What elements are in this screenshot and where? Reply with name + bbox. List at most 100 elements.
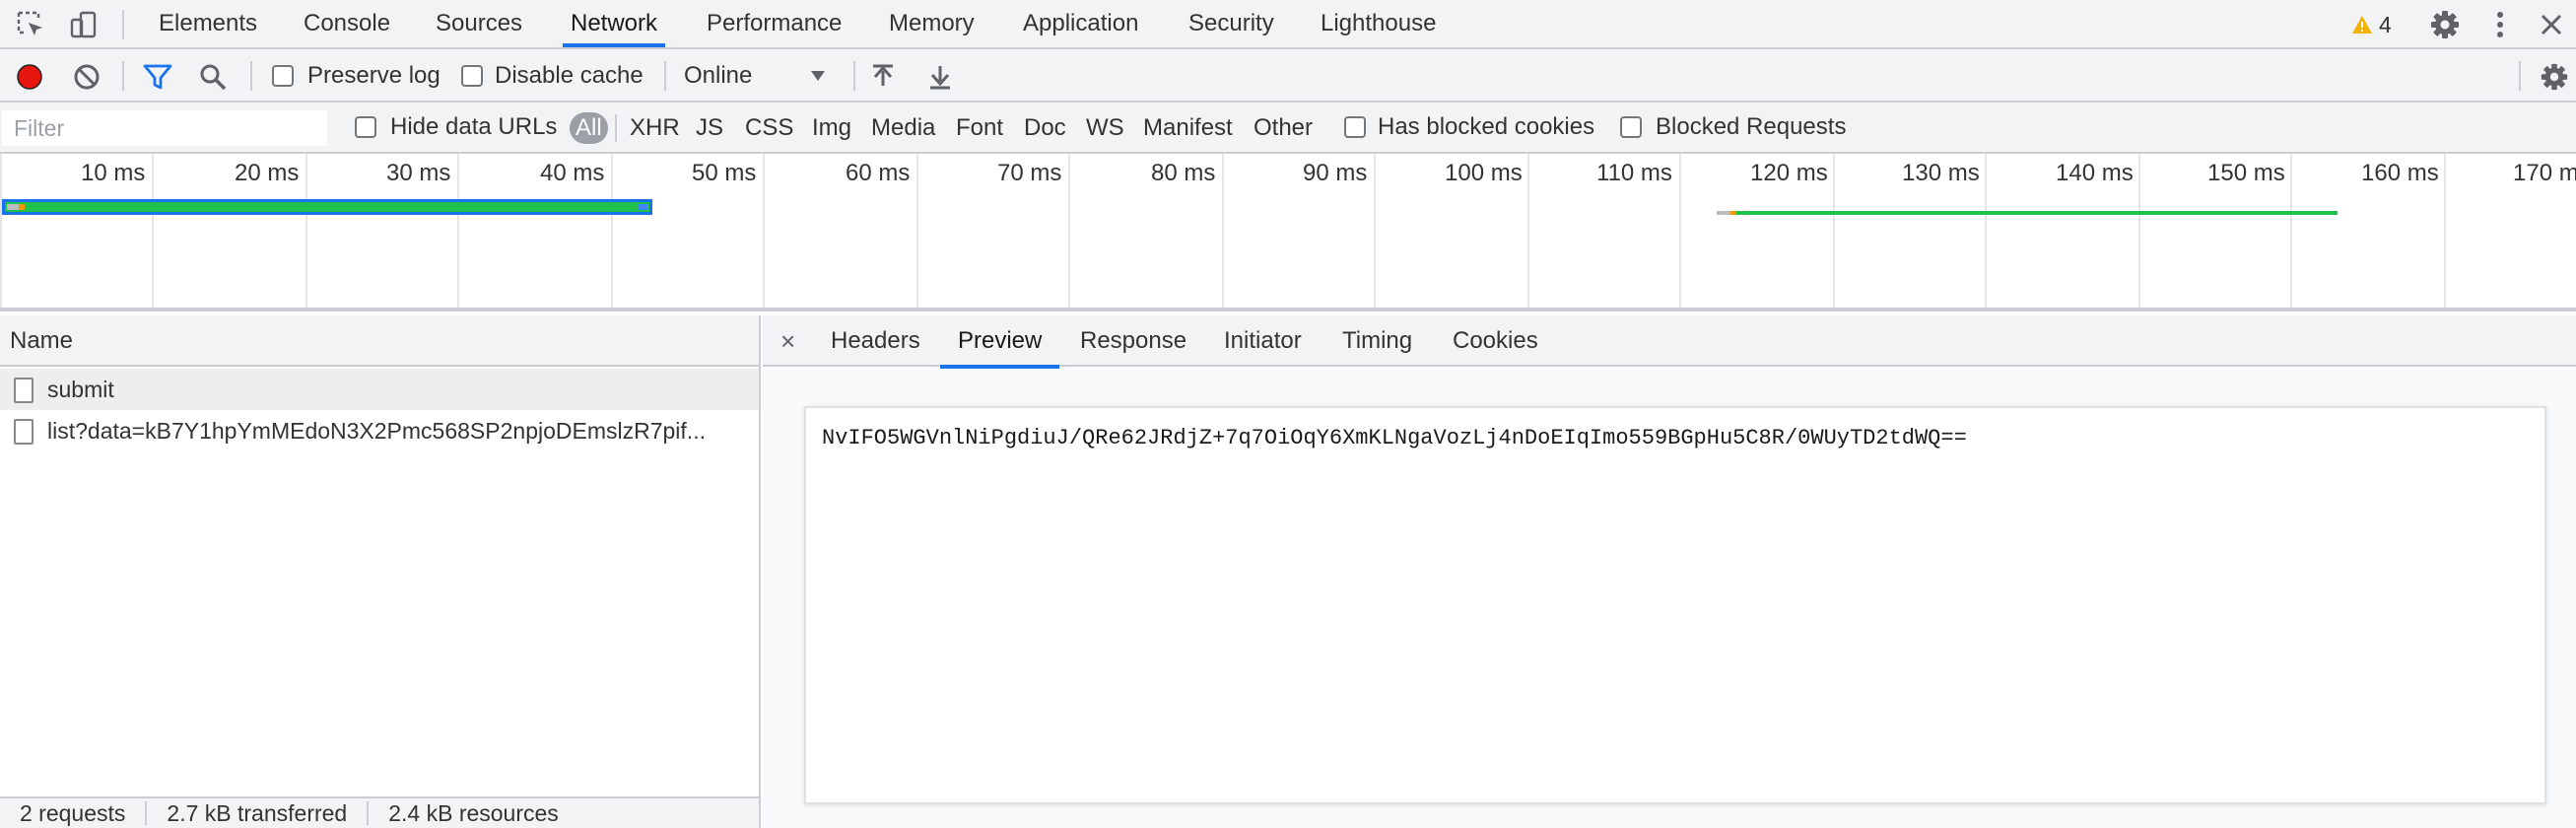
time-tick: 170 m — [2513, 160, 2576, 186]
time-tick: 20 ms — [235, 160, 300, 186]
filter-icon[interactable] — [142, 61, 173, 93]
tab-performance[interactable]: Performance — [707, 0, 842, 47]
tab-initiator[interactable]: Initiator — [1224, 315, 1302, 367]
grid-line — [0, 154, 2, 308]
inspect-element-icon[interactable] — [14, 8, 47, 41]
type-filter-all[interactable]: All — [570, 112, 608, 144]
network-toolbar: Preserve log Disable cache Online — [0, 49, 2576, 103]
resources-size: 2.4 kB resources — [388, 799, 559, 826]
time-tick: 100 ms — [1445, 160, 1523, 186]
disable-cache-checkbox[interactable] — [461, 65, 483, 87]
tab-security[interactable]: Security — [1188, 0, 1274, 47]
export-har-icon[interactable] — [924, 61, 956, 93]
disable-cache-label: Disable cache — [495, 62, 644, 89]
request-name: submit — [47, 377, 114, 402]
grid-line — [763, 154, 765, 308]
type-filter-ws[interactable]: WS — [1086, 112, 1124, 144]
waterfall-queue-segment — [7, 204, 19, 210]
name-column-header[interactable]: Name — [0, 315, 759, 367]
tab-timing[interactable]: Timing — [1342, 315, 1412, 367]
blocked-requests-checkbox[interactable] — [1620, 116, 1642, 138]
device-toolbar-icon[interactable] — [67, 8, 101, 41]
waterfall-download-segment — [1736, 211, 2338, 215]
type-filter-font[interactable]: Font — [956, 112, 1003, 144]
grid-line — [305, 154, 307, 308]
requests-count: 2 requests — [20, 799, 126, 826]
type-filter-manifest[interactable]: Manifest — [1143, 112, 1233, 144]
close-detail-button[interactable]: × — [780, 315, 795, 367]
devtools-tab-bar: Elements Console Sources Network Perform… — [0, 0, 2576, 49]
tab-cookies[interactable]: Cookies — [1453, 315, 1538, 367]
document-icon — [14, 419, 34, 445]
tab-console[interactable]: Console — [304, 0, 390, 47]
tab-response[interactable]: Response — [1080, 315, 1186, 367]
network-summary-bar: 2 requests 2.7 kB transferred 2.4 kB res… — [0, 796, 759, 828]
type-filter-img[interactable]: Img — [812, 112, 851, 144]
grid-line — [2290, 154, 2292, 308]
settings-icon[interactable] — [2428, 8, 2462, 41]
time-tick: 10 ms — [81, 160, 146, 186]
separator — [122, 61, 124, 91]
import-har-icon[interactable] — [867, 61, 899, 93]
type-filter-other[interactable]: Other — [1254, 112, 1313, 144]
timeline-overview[interactable]: 10 ms 20 ms 30 ms 40 ms 50 ms 60 ms 70 m… — [0, 154, 2576, 311]
waterfall-bar-list[interactable] — [1717, 211, 2338, 215]
warnings-badge[interactable]: 4 — [2351, 8, 2392, 41]
filter-input[interactable] — [2, 110, 327, 146]
tab-sources[interactable]: Sources — [436, 0, 522, 47]
grid-line — [1222, 154, 1224, 308]
grid-line — [1527, 154, 1529, 308]
tab-headers[interactable]: Headers — [831, 315, 920, 367]
warning-icon — [2352, 16, 2372, 34]
type-filter-doc[interactable]: Doc — [1024, 112, 1066, 144]
tab-elements[interactable]: Elements — [159, 0, 257, 47]
request-row-submit[interactable]: submit — [0, 369, 759, 410]
waterfall-bar-submit[interactable] — [2, 199, 652, 215]
grid-line — [1679, 154, 1681, 308]
throttling-select[interactable]: Online — [684, 59, 830, 93]
type-filter-media[interactable]: Media — [871, 112, 935, 144]
record-icon[interactable] — [14, 61, 45, 93]
waterfall-queue-segment — [1717, 211, 1730, 215]
chevron-down-icon — [811, 71, 825, 81]
grid-line — [1374, 154, 1376, 308]
tab-memory[interactable]: Memory — [889, 0, 975, 47]
tab-lighthouse[interactable]: Lighthouse — [1321, 0, 1436, 47]
search-icon[interactable] — [197, 61, 229, 93]
preview-text: NvIFO5WGVnlNiPgdiuJ/QRe62JRdjZ+7q7OiOqY6… — [822, 426, 1967, 450]
tab-network[interactable]: Network — [562, 0, 666, 47]
grid-line — [152, 154, 154, 308]
request-row-list[interactable]: list?data=kB7Y1hpYmMEdoN3X2Pmc568SP2npjo… — [0, 410, 759, 451]
separator — [853, 61, 855, 91]
type-filter-js[interactable]: JS — [696, 112, 723, 144]
preserve-log-checkbox[interactable] — [272, 65, 294, 87]
time-tick: 40 ms — [540, 160, 605, 186]
filter-bar: Hide data URLs All XHR JS CSS Img Media … — [0, 103, 2576, 154]
type-filter-css[interactable]: CSS — [745, 112, 793, 144]
grid-line — [457, 154, 459, 308]
preview-content[interactable]: NvIFO5WGVnlNiPgdiuJ/QRe62JRdjZ+7q7OiOqY6… — [804, 406, 2546, 804]
hide-data-urls-checkbox[interactable] — [355, 116, 376, 138]
separator — [615, 114, 617, 142]
time-tick: 140 ms — [2056, 160, 2134, 186]
clear-icon[interactable] — [71, 61, 102, 93]
time-tick: 70 ms — [997, 160, 1062, 186]
separator — [664, 61, 666, 91]
tab-application[interactable]: Application — [1023, 0, 1138, 47]
separator — [2519, 61, 2521, 91]
request-list-panel: Name submit list?data=kB7Y1hpYmMEdoN3X2P… — [0, 315, 761, 828]
blocked-requests-label: Blocked Requests — [1656, 113, 1847, 140]
network-settings-icon[interactable] — [2539, 61, 2570, 93]
tab-preview[interactable]: Preview — [939, 315, 1060, 369]
time-tick: 160 ms — [2361, 160, 2439, 186]
close-devtools-icon[interactable] — [2535, 8, 2568, 41]
grid-line — [2138, 154, 2140, 308]
hide-data-urls-label: Hide data URLs — [390, 113, 558, 140]
has-blocked-cookies-checkbox[interactable] — [1344, 116, 1366, 138]
type-filter-xhr[interactable]: XHR — [630, 112, 680, 144]
time-tick: 150 ms — [2207, 160, 2285, 186]
time-tick: 30 ms — [386, 160, 451, 186]
separator — [122, 10, 124, 39]
more-options-icon[interactable] — [2483, 8, 2517, 41]
grid-line — [1068, 154, 1070, 308]
